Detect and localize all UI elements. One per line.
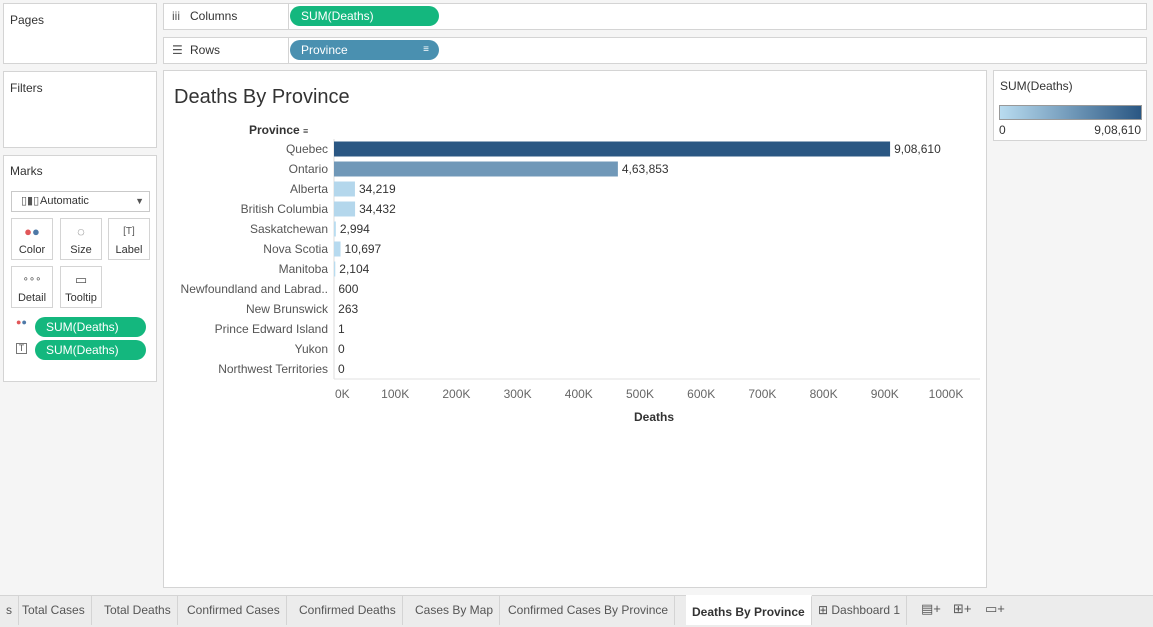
label-label: Label [115, 244, 143, 256]
rows-pill-text: Province [301, 43, 348, 57]
tab-label: Confirmed Cases [187, 603, 280, 617]
province-header[interactable]: Province ≡ [249, 123, 308, 137]
text-mark-icon: T [16, 343, 27, 354]
new-dashboard-icon[interactable]: ⊞+ [953, 601, 971, 617]
new-worksheet-icon[interactable]: ▤+ [921, 601, 941, 617]
tab-label: Confirmed Deaths [299, 603, 396, 617]
columns-sum-deaths-pill[interactable]: SUM(Deaths) [290, 6, 439, 26]
sort-icon: ≡ [303, 126, 309, 136]
legend-max: 9,08,610 [1094, 123, 1141, 137]
rows-label-text: Rows [190, 43, 221, 57]
dashboard-icon: ⊞ [818, 603, 832, 617]
tab-cases-by-map[interactable]: Cases By Map [409, 595, 501, 625]
sort-descending-icon: ≡ [423, 44, 429, 55]
tab-label: Dashboard 1 [831, 603, 901, 617]
color-sum-deaths-pill[interactable]: SUM(Deaths) [35, 317, 146, 337]
rows-shelf-label: ☰ Rows [164, 38, 289, 63]
detail-button[interactable]: ∘∘∘ Detail [11, 266, 53, 308]
chart-area: Deaths By Province Province ≡ [163, 70, 987, 588]
detail-icon: ∘∘∘ [22, 274, 42, 285]
x-axis-title: Deaths [634, 410, 675, 424]
chart-title: Deaths By Province [174, 86, 350, 108]
size-button[interactable]: ◌ Size [60, 218, 102, 260]
mark-type-value: Automatic [40, 195, 89, 207]
tab-label: s [6, 603, 12, 617]
tab-confirmed-cases-by-province[interactable]: Confirmed Cases By Province [502, 595, 676, 625]
legend-min: 0 [999, 123, 1006, 137]
rows-shelf[interactable]: ☰ Rows Province ≡ [163, 37, 1147, 64]
columns-label-text: Columns [190, 9, 238, 23]
tab-confirmed-cases[interactable]: Confirmed Cases [181, 595, 287, 625]
rows-province-pill[interactable]: Province ≡ [290, 40, 439, 60]
tab-label: Confirmed Cases By Province [508, 603, 669, 617]
tab-label: Total Deaths [104, 603, 171, 617]
size-icon: ◌ [77, 224, 85, 239]
chevron-down-icon: ▼ [135, 196, 144, 206]
tab-confirmed-deaths[interactable]: Confirmed Deaths [293, 595, 403, 625]
filters-title: Filters [10, 81, 43, 95]
size-label: Size [70, 244, 92, 256]
pages-panel[interactable]: Pages [3, 3, 157, 64]
tab-label: Deaths By Province [692, 605, 805, 619]
tab-total-deaths[interactable]: Total Deaths [98, 595, 178, 625]
label-sum-deaths-pill[interactable]: SUM(Deaths) [35, 340, 146, 360]
tab-label: Total Cases [22, 603, 85, 617]
filters-panel[interactable]: Filters [3, 71, 157, 148]
new-story-icon[interactable]: ▭+ [985, 601, 1005, 617]
text-label-icon: [T] [123, 226, 135, 237]
tab-label: Cases By Map [415, 603, 494, 617]
marks-panel: Marks ▯▮▯ Automatic ▼ ●● Color ◌ Size [T… [3, 155, 157, 382]
tooltip-label: Tooltip [65, 292, 97, 304]
columns-shelf-label: iii Columns [164, 4, 289, 29]
legend-title: SUM(Deaths) [1000, 79, 1073, 93]
marks-title: Marks [10, 164, 43, 178]
province-header-text: Province [249, 123, 300, 137]
pages-title: Pages [10, 13, 45, 27]
color-label: Color [18, 244, 46, 256]
rows-icon: ☰ [172, 43, 183, 57]
columns-icon: iii [172, 9, 180, 23]
tab-dashboard-1[interactable]: ⊞ Dashboard 1 [812, 595, 908, 625]
tab-total-cases[interactable]: Total Cases [16, 595, 92, 625]
color-button[interactable]: ●● Color [11, 218, 53, 260]
mark-type-dropdown[interactable]: ▯▮▯ Automatic ▼ [11, 191, 150, 212]
color-mark-icon: ●● [16, 317, 27, 327]
tab-deaths-by-province[interactable]: Deaths By Province [686, 595, 812, 625]
bar-chart-icon: ▯▮▯ [21, 195, 40, 207]
legend-gradient [999, 105, 1142, 120]
label-button[interactable]: [T] Label [108, 218, 150, 260]
color-icon: ●● [24, 224, 40, 239]
tooltip-button[interactable]: ▭ Tooltip [60, 266, 102, 308]
tooltip-icon: ▭ [74, 272, 88, 287]
columns-shelf[interactable]: iii Columns SUM(Deaths) [163, 3, 1147, 30]
detail-label: Detail [17, 292, 47, 304]
color-legend[interactable]: SUM(Deaths) 0 9,08,610 [993, 70, 1147, 141]
